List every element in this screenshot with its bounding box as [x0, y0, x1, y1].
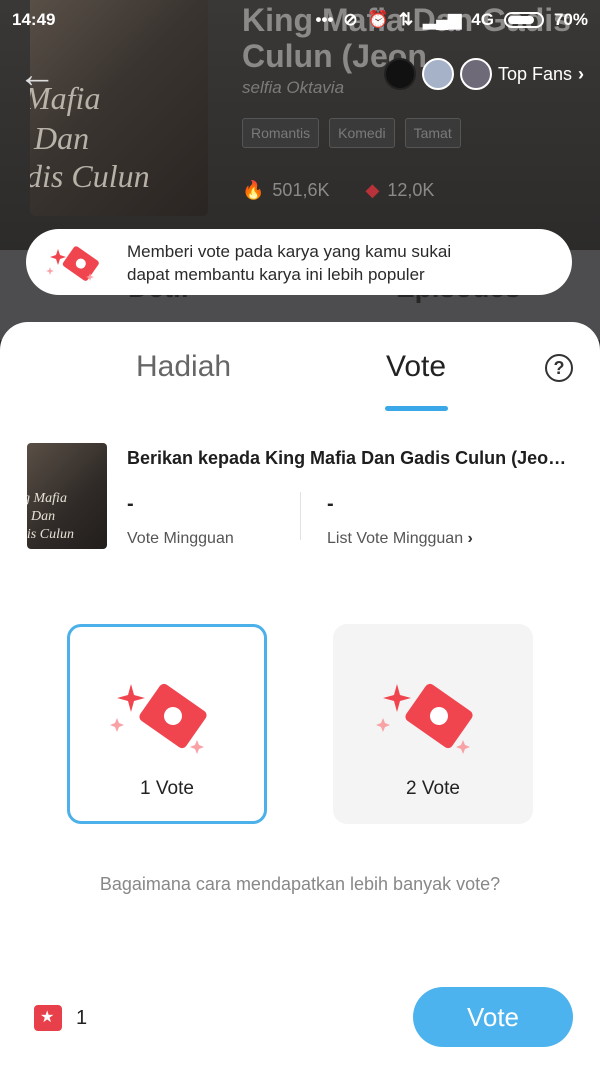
vote-option-1[interactable]: 1 Vote [67, 624, 267, 824]
ticket-icon: ◆ [365, 180, 380, 200]
vote-balance: 1 [34, 1005, 87, 1031]
weekly-vote: - Vote Mingguan [127, 493, 234, 548]
genre-list: Romantis Komedi Tamat [242, 118, 461, 148]
book-stats: 🔥 501,6K ◆ 12,0K [242, 180, 434, 201]
avatar [421, 58, 454, 90]
avatar [383, 58, 416, 90]
back-arrow-icon[interactable]: ← [18, 55, 58, 95]
battery-icon [503, 12, 544, 28]
ticket-icon [34, 1005, 62, 1031]
views-stat: 🔥 501,6K [242, 180, 330, 200]
weekly-list-value: - [327, 493, 334, 515]
help-icon[interactable]: ? [545, 354, 573, 382]
vote-balance-count: 1 [76, 1006, 88, 1029]
tooltip-line: Memberi vote pada karya yang kamu sukai [127, 242, 452, 261]
vote-ticket-icon [110, 683, 207, 754]
avatar [459, 58, 492, 90]
fire-icon: 🔥 [242, 180, 265, 200]
more-dots-icon: ••• [315, 10, 334, 29]
genre-tag[interactable]: Komedi [329, 118, 395, 148]
weekly-vote-list[interactable]: - List Vote Mingguan › [327, 493, 473, 548]
weekly-list-label: List Vote Mingguan [327, 530, 464, 547]
vote-option-2[interactable]: 2 Vote [333, 624, 533, 824]
vote-sheet: Hadiah Vote ? g Mafia Dan lis Culun Beri… [0, 322, 600, 1067]
clock: 14:49 [12, 10, 56, 29]
weekly-vote-label: Vote Mingguan [127, 530, 234, 547]
vote-ticket-icon [46, 246, 99, 281]
top-fans[interactable]: Top Fans › [383, 58, 584, 90]
genre-tag[interactable]: Tamat [404, 118, 461, 148]
tooltip-line: dapat membantu karya ini lebih populer [127, 265, 425, 284]
mute-icon: ⊘ [343, 10, 358, 29]
alarm-icon: ⏰ [367, 10, 389, 29]
vote-ticket-icon [376, 683, 473, 754]
vote-option-label: 2 Vote [406, 778, 460, 799]
active-tab-indicator [385, 406, 448, 411]
signal-icon: ▂▄▆ [423, 10, 462, 29]
chevron-right-icon: › [467, 530, 473, 547]
divider [300, 492, 301, 540]
book-thumbnail: g Mafia Dan lis Culun [27, 443, 107, 549]
vote-option-label: 1 Vote [140, 778, 194, 799]
weekly-vote-value: - [127, 493, 134, 515]
top-fans-label: Top Fans [497, 63, 572, 84]
battery-level: 70% [553, 10, 588, 29]
how-to-get-votes-link[interactable]: Bagaimana cara mendapatkan lebih banyak … [0, 874, 600, 895]
tab-hadiah[interactable]: Hadiah [136, 350, 231, 384]
data-arrows-icon: ⇅ [398, 10, 414, 29]
give-to-title: Berikan kepada King Mafia Dan Gadis Culu… [127, 448, 577, 468]
genre-tag[interactable]: Romantis [242, 118, 320, 148]
vote-button[interactable]: Vote [413, 987, 573, 1047]
chevron-right-icon: › [578, 63, 584, 84]
tab-vote[interactable]: Vote [386, 350, 446, 384]
network-type: 4G [471, 10, 494, 29]
book-author: selfia Oktavia [242, 78, 345, 97]
votes-stat: ◆ 12,0K [365, 180, 435, 200]
vote-tooltip: Memberi vote pada karya yang kamu sukai … [26, 229, 572, 295]
status-bar: 14:49 ••• ⊘ ⏰ ⇅ ▂▄▆ 4G 70% [0, 0, 600, 40]
